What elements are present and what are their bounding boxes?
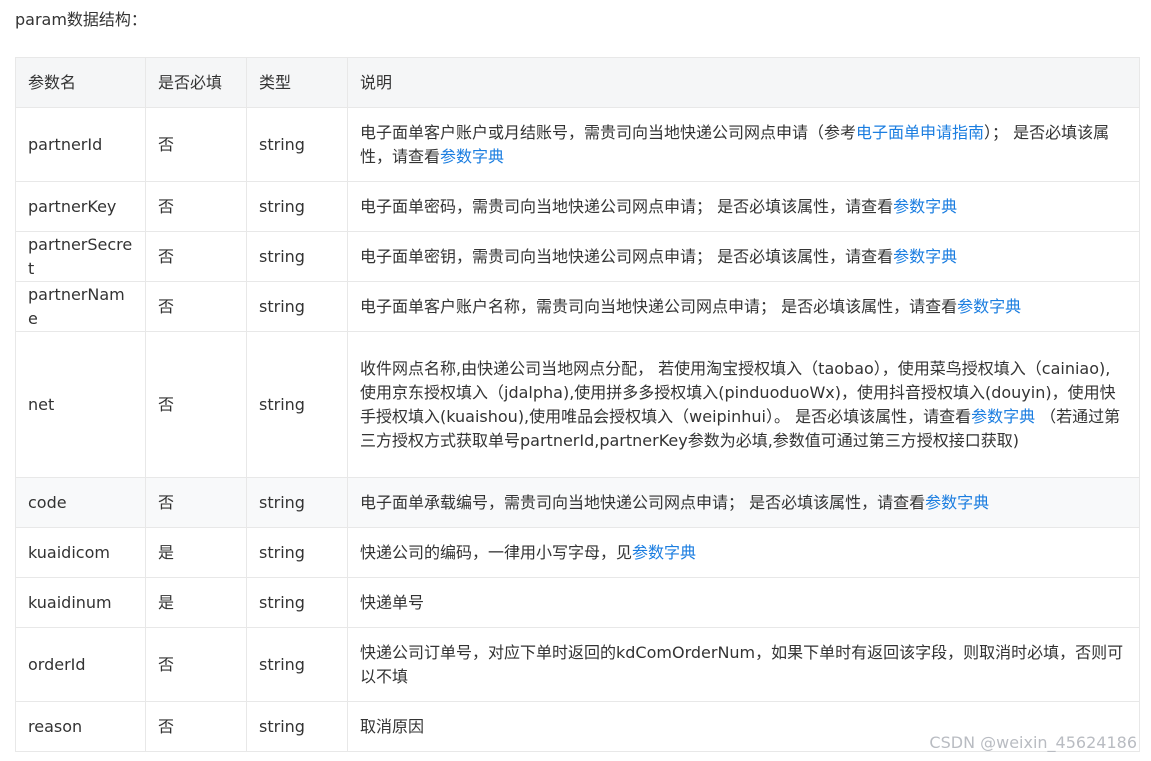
param-required: 否 (145, 331, 247, 478)
param-description: 快递公司订单号，对应下单时返回的kdComOrderNum，如果下单时有返回该字… (347, 627, 1140, 702)
param-description: 收件网点名称,由快递公司当地网点分配， 若使用淘宝授权填入（taobao），使用… (347, 331, 1140, 478)
param-name: partnerName (15, 281, 146, 332)
watermark: CSDN @weixin_45624186 (929, 733, 1137, 752)
param-description: 电子面单客户账户或月结账号，需贵司向当地快递公司网点申请（参考电子面单申请指南）… (347, 107, 1140, 182)
param-required: 否 (145, 281, 247, 332)
description-text: 电子面单密码，需贵司向当地快递公司网点申请； 是否必填该属性，请查看 (360, 196, 894, 216)
param-description: 快递公司的编码，一律用小写字母，见参数字典 (347, 527, 1140, 578)
param-description: 电子面单密码，需贵司向当地快递公司网点申请； 是否必填该属性，请查看参数字典 (347, 181, 1140, 232)
param-required: 否 (145, 107, 247, 182)
param-name: orderId (15, 627, 146, 702)
description-text: 快递公司的编码，一律用小写字母，见 (360, 542, 633, 562)
param-required: 是 (145, 577, 247, 628)
param-required: 否 (145, 701, 247, 752)
table-row: kuaidinum 是 string 快递单号 (15, 577, 1140, 628)
param-dictionary-link[interactable]: 参数字典 (893, 247, 957, 266)
description-text: 电子面单客户账户名称，需贵司向当地快递公司网点申请； 是否必填该属性，请查看 (360, 296, 958, 316)
column-header-type: 类型 (246, 57, 348, 108)
param-type: string (246, 701, 348, 752)
param-required: 否 (145, 477, 247, 528)
column-header-name: 参数名 (15, 57, 146, 108)
param-name: partnerKey (15, 181, 146, 232)
table-row: kuaidicom 是 string 快递公司的编码，一律用小写字母，见参数字典 (15, 527, 1140, 578)
param-dictionary-link[interactable]: 参数字典 (440, 147, 504, 166)
section-heading: param数据结构： (15, 10, 147, 29)
column-header-required: 是否必填 (145, 57, 247, 108)
param-description: 电子面单客户账户名称，需贵司向当地快递公司网点申请； 是否必填该属性，请查看参数… (347, 281, 1140, 332)
description-text: 电子面单密钥，需贵司向当地快递公司网点申请； 是否必填该属性，请查看 (360, 246, 894, 266)
description-text: 电子面单承载编号，需贵司向当地快递公司网点申请； 是否必填该属性，请查看 (360, 492, 926, 512)
description-text: 电子面单客户账户或月结账号，需贵司向当地快递公司网点申请（参考 (360, 122, 857, 142)
param-name: kuaidicom (15, 527, 146, 578)
param-description: 电子面单密钥，需贵司向当地快递公司网点申请； 是否必填该属性，请查看参数字典 (347, 231, 1140, 282)
param-name: net (15, 331, 146, 478)
column-header-description: 说明 (347, 57, 1140, 108)
param-type: string (246, 331, 348, 478)
param-required: 否 (145, 231, 247, 282)
param-type: string (246, 627, 348, 702)
param-required: 否 (145, 181, 247, 232)
param-required: 是 (145, 527, 247, 578)
table-row: partnerName 否 string 电子面单客户账户名称，需贵司向当地快递… (15, 281, 1140, 332)
param-description: 快递单号 (347, 577, 1140, 628)
param-type: string (246, 231, 348, 282)
table-row: code 否 string 电子面单承载编号，需贵司向当地快递公司网点申请； 是… (15, 477, 1140, 528)
param-type: string (246, 181, 348, 232)
param-dictionary-link[interactable]: 参数字典 (971, 407, 1035, 426)
param-dictionary-link[interactable]: 参数字典 (957, 297, 1021, 316)
table-row: partnerKey 否 string 电子面单密码，需贵司向当地快递公司网点申… (15, 181, 1140, 232)
table-row: net 否 string 收件网点名称,由快递公司当地网点分配， 若使用淘宝授权… (15, 331, 1140, 478)
param-name: reason (15, 701, 146, 752)
param-type: string (246, 577, 348, 628)
param-dictionary-link[interactable]: 参数字典 (893, 197, 957, 216)
table-row: orderId 否 string 快递公司订单号，对应下单时返回的kdComOr… (15, 627, 1140, 702)
param-name: kuaidinum (15, 577, 146, 628)
param-name: code (15, 477, 146, 528)
param-type: string (246, 107, 348, 182)
param-dictionary-link[interactable]: 参数字典 (632, 543, 696, 562)
param-type: string (246, 477, 348, 528)
table-header-row: 参数名 是否必填 类型 说明 (15, 57, 1140, 108)
param-type: string (246, 527, 348, 578)
param-table: 参数名 是否必填 类型 说明 partnerId 否 string 电子面单客户… (15, 57, 1140, 752)
param-dictionary-link[interactable]: 参数字典 (925, 493, 989, 512)
param-required: 否 (145, 627, 247, 702)
table-row: partnerId 否 string 电子面单客户账户或月结账号，需贵司向当地快… (15, 107, 1140, 182)
param-type: string (246, 281, 348, 332)
table-row: partnerSecret 否 string 电子面单密钥，需贵司向当地快递公司… (15, 231, 1140, 282)
param-name: partnerId (15, 107, 146, 182)
param-description: 电子面单承载编号，需贵司向当地快递公司网点申请； 是否必填该属性，请查看参数字典 (347, 477, 1140, 528)
guide-link[interactable]: 电子面单申请指南 (856, 123, 984, 142)
param-name: partnerSecret (15, 231, 146, 282)
